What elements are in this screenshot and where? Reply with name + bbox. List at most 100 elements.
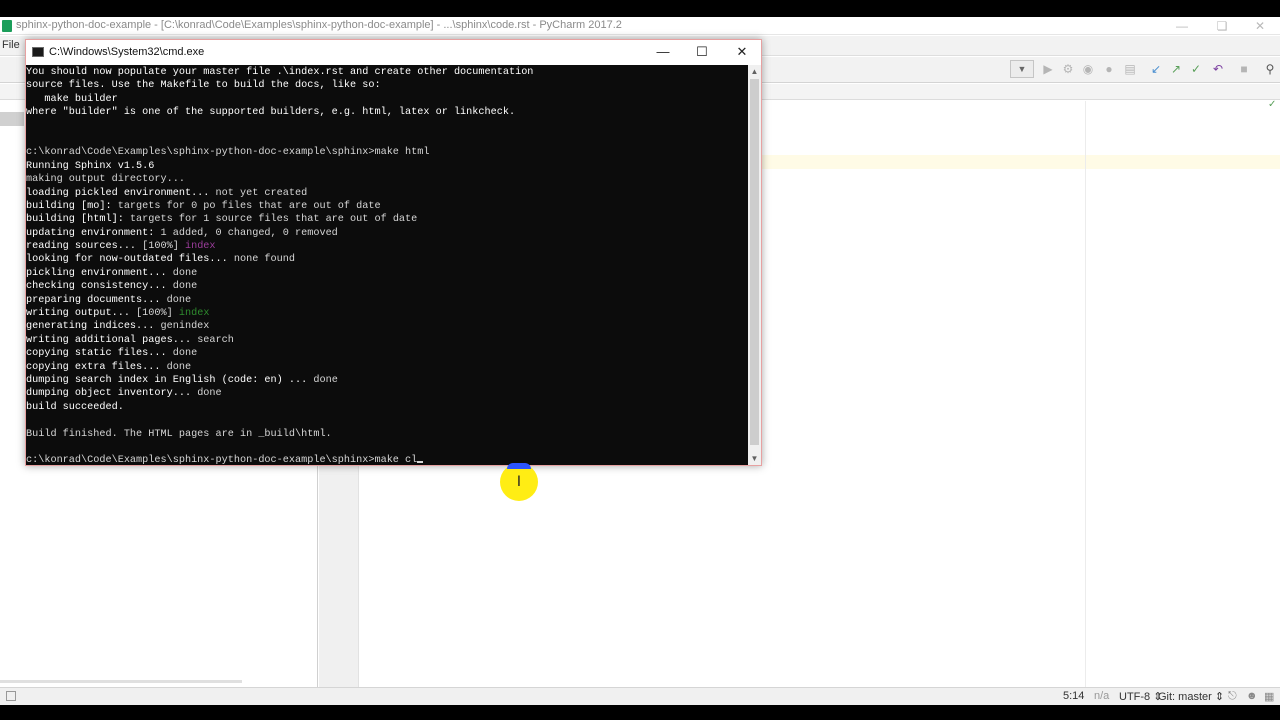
console-line-label: looking for now-outdated files... bbox=[26, 254, 228, 266]
console-line-label: checking consistency... bbox=[26, 281, 167, 293]
console-line: reading sources... [100%] index bbox=[26, 241, 216, 253]
console-line: copying extra files... done bbox=[26, 361, 192, 373]
vcs-history-icon[interactable]: ✓ bbox=[1188, 61, 1204, 77]
pycharm-status-bar: 5:14 n/a UTF-8 ⇕ Git: master ⇕ ⎋ ☻ ▦ bbox=[0, 680, 1280, 705]
cmd-minimize-icon[interactable]: — bbox=[644, 40, 682, 64]
console-line-label: loading pickled environment... bbox=[26, 187, 210, 199]
cmd-titlebar[interactable]: C:\Windows\System32\cmd.exe — ☐ ✕ bbox=[26, 40, 761, 65]
desktop-screen: sphinx-python-doc-example - [C:\konrad\C… bbox=[0, 17, 1280, 705]
run-coverage-icon[interactable]: ◉ bbox=[1080, 61, 1096, 77]
console-prompt-line[interactable]: c:\konrad\Code\Examples\sphinx-python-do… bbox=[26, 454, 748, 465]
console-line: You should now populate your master file… bbox=[26, 67, 534, 78]
search-icon[interactable]: ⚲ bbox=[1262, 61, 1278, 77]
status-line-separator[interactable]: n/a bbox=[1094, 690, 1109, 702]
profile-icon[interactable]: ● bbox=[1101, 61, 1117, 77]
status-caret-position[interactable]: 5:14 bbox=[1063, 690, 1084, 702]
hector-inspector-icon[interactable]: ☻ bbox=[1246, 690, 1258, 702]
vcs-update-icon[interactable]: ↙ bbox=[1148, 61, 1164, 77]
console-line: loading pickled environment... not yet c… bbox=[26, 187, 308, 199]
console-lines: You should now populate your master file… bbox=[26, 66, 748, 465]
status-git-label: Git: master bbox=[1158, 691, 1212, 703]
console-output[interactable]: You should now populate your master file… bbox=[26, 65, 748, 465]
console-line: Build finished. The HTML pages are in _b… bbox=[26, 428, 332, 440]
console-line: make builder bbox=[26, 93, 118, 105]
inspection-ok-icon: ✓ bbox=[1268, 99, 1277, 110]
pycharm-window-title: sphinx-python-doc-example - [C:\konrad\C… bbox=[16, 19, 622, 31]
console-line-label: building [html]: bbox=[26, 214, 124, 226]
vcs-commit-icon[interactable]: ↗ bbox=[1168, 61, 1184, 77]
console-caret bbox=[417, 461, 424, 464]
console-line: building [html]: targets for 1 source fi… bbox=[26, 214, 418, 226]
scroll-thumb[interactable] bbox=[750, 79, 759, 445]
undo-icon[interactable]: ↶ bbox=[1210, 61, 1226, 77]
console-line: looking for now-outdated files... none f… bbox=[26, 254, 295, 266]
pycharm-close-icon[interactable]: ✕ bbox=[1240, 17, 1280, 35]
pycharm-app-icon bbox=[2, 20, 12, 32]
run-icon[interactable]: ▶ bbox=[1040, 61, 1056, 77]
menu-file[interactable]: File bbox=[2, 39, 20, 51]
console-line-label: updating environment: bbox=[26, 227, 155, 239]
cmd-window[interactable]: C:\Windows\System32\cmd.exe — ☐ ✕ You sh… bbox=[25, 39, 762, 466]
console-line-label: generating indices... bbox=[26, 321, 155, 333]
console-prompt-text: c:\konrad\Code\Examples\sphinx-python-do… bbox=[26, 455, 418, 465]
console-line-label: pickling environment... bbox=[26, 267, 167, 279]
console-line: Running Sphinx v1.5.6 bbox=[26, 160, 155, 172]
scroll-up-icon[interactable]: ▲ bbox=[748, 65, 761, 78]
pycharm-titlebar: sphinx-python-doc-example - [C:\konrad\C… bbox=[0, 17, 1280, 35]
console-line: dumping search index in English (code: e… bbox=[26, 374, 338, 386]
console-line: dumping object inventory... done bbox=[26, 388, 222, 400]
cmd-maximize-icon[interactable]: ☐ bbox=[683, 40, 721, 64]
console-line: making output directory... bbox=[26, 174, 185, 186]
pycharm-restore-icon[interactable]: ❏ bbox=[1202, 17, 1242, 35]
console-line-label: building [mo]: bbox=[26, 200, 112, 212]
console-line: building [mo]: targets for 0 po files th… bbox=[26, 200, 381, 212]
console-line: c:\konrad\Code\Examples\sphinx-python-do… bbox=[26, 147, 430, 159]
tool-windows-toggle-icon[interactable] bbox=[6, 691, 16, 701]
console-line: copying static files... done bbox=[26, 348, 198, 360]
editor-right-margin bbox=[1085, 101, 1086, 687]
console-line: writing output... [100%] index bbox=[26, 308, 210, 320]
console-line: build succeeded. bbox=[26, 401, 124, 413]
horizontal-scrollbar[interactable] bbox=[0, 680, 242, 683]
event-log-icon[interactable]: ▦ bbox=[1264, 690, 1274, 703]
build-icon[interactable]: ▤ bbox=[1122, 61, 1138, 77]
console-line: preparing documents... done bbox=[26, 294, 192, 306]
console-line-label: copying static files... bbox=[26, 348, 167, 360]
text-cursor-icon: I bbox=[516, 474, 522, 490]
cmd-window-title: C:\Windows\System32\cmd.exe bbox=[49, 46, 205, 58]
pycharm-minimize-icon[interactable]: — bbox=[1162, 17, 1202, 35]
console-line: generating indices... genindex bbox=[26, 321, 210, 333]
console-line-label: writing additional pages... bbox=[26, 334, 192, 346]
status-git-branch[interactable]: Git: master ⇕ bbox=[1158, 690, 1224, 703]
console-line: where "builder" is one of the supported … bbox=[26, 107, 516, 119]
project-tree-selection[interactable] bbox=[0, 112, 24, 126]
run-config-dropdown[interactable]: ▼ bbox=[1010, 60, 1034, 78]
console-line: source files. Use the Makefile to build … bbox=[26, 80, 381, 92]
cmd-close-icon[interactable]: ✕ bbox=[723, 40, 761, 64]
status-encoding[interactable]: UTF-8 ⇕ bbox=[1119, 690, 1162, 703]
console-line-label: writing output... bbox=[26, 308, 130, 320]
console-line: checking consistency... done bbox=[26, 281, 198, 293]
console-line-label: dumping search index in English (code: e… bbox=[26, 374, 308, 386]
console-line-label: reading sources... bbox=[26, 241, 137, 253]
console-highlight-index: index bbox=[178, 308, 210, 320]
console-line-label: copying extra files... bbox=[26, 361, 161, 373]
console-line-label: preparing documents... bbox=[26, 294, 161, 306]
console-line: writing additional pages... search bbox=[26, 334, 234, 346]
stop-icon[interactable]: ■ bbox=[1236, 61, 1252, 77]
console-line: updating environment: 1 added, 0 changed… bbox=[26, 227, 338, 239]
debug-icon[interactable]: ⚙ bbox=[1060, 61, 1076, 77]
status-encoding-label: UTF-8 bbox=[1119, 691, 1151, 703]
console-line: pickling environment... done bbox=[26, 267, 198, 279]
console-line-label: dumping object inventory... bbox=[26, 388, 192, 400]
chevron-updown-icon: ⇕ bbox=[1214, 691, 1225, 703]
console-highlight-index: index bbox=[184, 241, 216, 253]
cmd-vertical-scrollbar[interactable]: ▲ ▼ bbox=[748, 65, 761, 465]
scroll-down-icon[interactable]: ▼ bbox=[748, 452, 761, 465]
cmd-app-icon bbox=[32, 47, 44, 57]
read-only-lock-icon[interactable]: ⎋ bbox=[1228, 690, 1237, 703]
